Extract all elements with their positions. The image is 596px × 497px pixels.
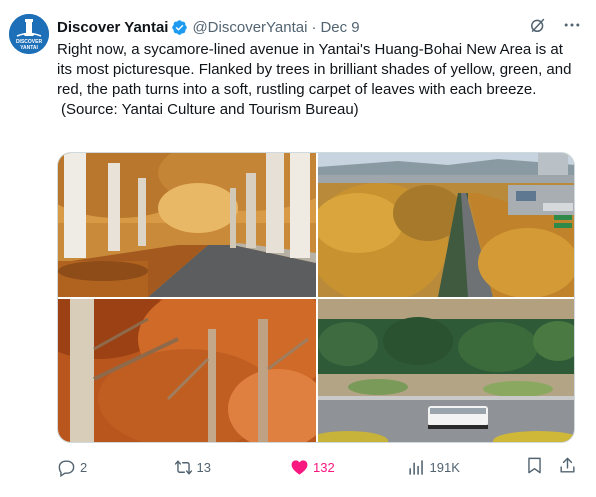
separator-dot: · (311, 18, 317, 36)
repost-button[interactable]: 13 (174, 458, 291, 477)
views-button[interactable]: 191K (407, 458, 525, 477)
like-count: 132 (313, 459, 335, 475)
tweet-text: Right now, a sycamore-lined avenue in Ya… (57, 40, 582, 120)
repost-icon (174, 459, 192, 475)
repost-count: 13 (196, 459, 211, 475)
tweet-header: Discover Yantai @DiscoverYantai · Dec 9 (57, 16, 582, 38)
avatar[interactable]: DISCOVER YANTAI (9, 14, 49, 54)
views-icon (408, 459, 423, 475)
reply-count: 2 (80, 459, 88, 475)
more-icon[interactable] (562, 15, 582, 39)
right-actions (525, 456, 577, 478)
photo-aerial-avenue[interactable] (318, 153, 574, 297)
avatar-text-line2: YANTAI (20, 45, 38, 51)
action-bar: 2 13 132 191K (57, 456, 577, 478)
handle[interactable]: @DiscoverYantai (192, 19, 307, 36)
tweet-body: Right now, a sycamore-lined avenue in Ya… (57, 41, 572, 98)
share-icon (560, 457, 575, 473)
like-button[interactable]: 132 (290, 458, 407, 477)
bookmark-icon (528, 457, 541, 474)
reply-icon (58, 459, 75, 477)
views-count: 191K (429, 459, 460, 475)
media-grid (57, 152, 575, 443)
timestamp[interactable]: Dec 9 (320, 19, 359, 36)
display-name[interactable]: Discover Yantai (57, 19, 168, 36)
avatar-logo-icon: DISCOVER YANTAI (9, 14, 49, 54)
bookmark-button[interactable] (525, 456, 544, 478)
grok-icon[interactable] (528, 15, 548, 39)
photo-overhead-bus[interactable] (318, 299, 574, 442)
reply-button[interactable]: 2 (57, 458, 174, 477)
verified-badge-icon[interactable] (171, 19, 188, 36)
photo-red-canopy[interactable] (58, 299, 316, 442)
share-button[interactable] (558, 456, 577, 478)
tweet-source: (Source: Yantai Culture and Tourism Bure… (61, 101, 359, 118)
tweet[interactable]: DISCOVER YANTAI Discover Yantai @Discove… (0, 0, 596, 497)
like-icon (291, 459, 308, 475)
header-actions (528, 15, 582, 39)
photo-tree-lined-road[interactable] (58, 153, 316, 297)
